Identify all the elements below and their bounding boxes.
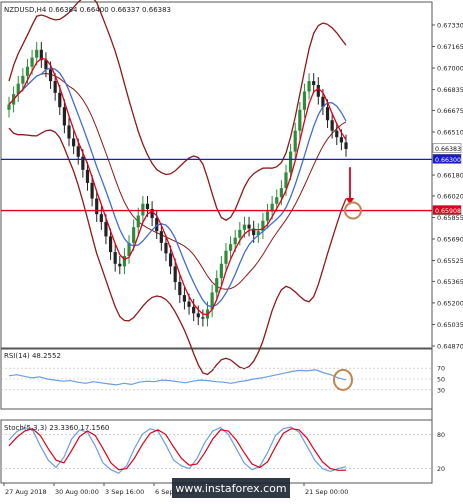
candle-body [335,130,339,138]
candle-body [90,182,94,199]
candle-body [330,120,334,131]
candle-body [196,313,200,318]
candle-body [302,91,307,110]
candle-body [67,125,71,139]
candle-body [76,146,80,157]
candle-body [81,156,85,170]
price-tick-label: 0.65365 [437,278,463,286]
price-tick-label: 0.66180 [437,172,463,180]
candle-body [325,107,330,121]
price-tag-label-current: 0.66383 [435,146,461,153]
candle-body [132,227,136,243]
candle-body [48,69,53,82]
rsi-panel-title: RSI(14) 48.2552 [4,352,61,360]
chart-svg: 305070 2080 0.673300.671650.670000.66835… [0,0,463,498]
candle-body [72,138,76,147]
candle-body [178,282,182,296]
candle-body [238,229,242,238]
candle-body [35,49,39,58]
x-tick-label: 30 Aug 00:00 [55,488,99,496]
price-tick-label: 0.67000 [437,65,463,73]
price-tick-label: 0.66510 [437,128,463,136]
rsi-layer: 30 50 70 [1,366,445,394]
x-tick-label: 3 Sep 16:00 [105,488,144,496]
bollinger-lower-band [8,127,347,376]
price-panel-title: NZDUSD,H4 0.66384 0.66400 0.66337 0.6638… [4,6,171,14]
price-tick-label: 0.66675 [437,107,463,115]
candle-body [182,295,187,302]
candle-body [228,244,233,251]
candle-body [293,130,297,152]
candle-body [95,198,99,215]
candle-body [242,224,247,230]
price-tick-label: 0.66835 [437,86,463,94]
watermark: www.instaforex.com [175,482,286,495]
price-tag-label-level: 0.66300 [435,157,461,164]
price-tick-label: 0.67165 [437,43,463,51]
candle-body [25,66,30,76]
candle-body [136,215,140,228]
rsi-series-line [8,369,347,386]
candle-body [219,263,223,279]
candle-body [265,211,270,221]
candle-body [187,301,191,307]
candle-body [21,75,25,84]
price-tick-label: 0.65525 [437,257,463,265]
candle-body [113,252,117,264]
chart-window: 30 50 70 20 80 0.67330 0.67165 0.67000 0.66835… [0,0,463,500]
price-tick-label: 0.65690 [437,235,463,243]
candle-body [58,92,62,108]
candle-body [173,266,177,283]
rsi-level-label: 70 [437,366,445,373]
price-tick-label: 0.65855 [437,214,463,222]
stoch-series-line [8,428,347,471]
candle-body [53,81,57,93]
candle-body [275,197,279,204]
candle-body [99,214,103,223]
price-layer [1,0,432,376]
rsi-marker-circle [333,368,353,391]
candle-body [164,242,168,254]
stoch-panel-title: Stoch(5,3,3) 23.3360 17.1560 [4,424,109,432]
candle-body [224,250,228,264]
candle-body [30,57,34,67]
price-tag-label-target: 0.65908 [435,208,461,215]
candle-body [344,142,348,149]
candle-body [201,317,205,319]
candle-body [145,203,150,209]
price-tick-label: 0.67330 [437,21,463,29]
stoch-level-label: 20 [437,466,445,473]
candle-body [316,84,320,97]
candle-body [192,306,196,314]
candle-body [159,231,163,243]
candle-body [168,253,173,267]
x-tick-label: 27 Aug 2018 [5,488,47,496]
price-tick-label: 0.64870 [437,343,463,351]
stoch-level-label: 80 [437,432,445,439]
candle-body [85,169,90,183]
rsi-level-label: 50 [437,377,445,384]
candle-body [7,104,11,110]
candle-body [141,203,145,216]
candle-body [339,137,343,143]
candle-body [307,81,311,92]
x-tick-label: 21 Sep 00:00 [305,488,348,496]
candle-body [298,109,302,131]
candle-body [247,224,251,229]
candle-body [104,222,108,237]
candle-body [312,81,316,85]
rsi-level-label: 30 [437,387,445,394]
candle-body [289,151,293,173]
stoch-series-line [8,426,347,474]
price-tick-label: 0.66020 [437,192,463,200]
candle-body [62,107,66,126]
candle-body [118,263,122,267]
candle-body [233,237,237,245]
candle-body [108,236,113,253]
stoch-layer: 2080 [1,426,445,474]
candle-body [279,188,283,198]
price-tick-label: 0.65035 [437,321,463,329]
price-tick-label: 0.65200 [437,299,463,307]
candle-body [215,278,219,293]
